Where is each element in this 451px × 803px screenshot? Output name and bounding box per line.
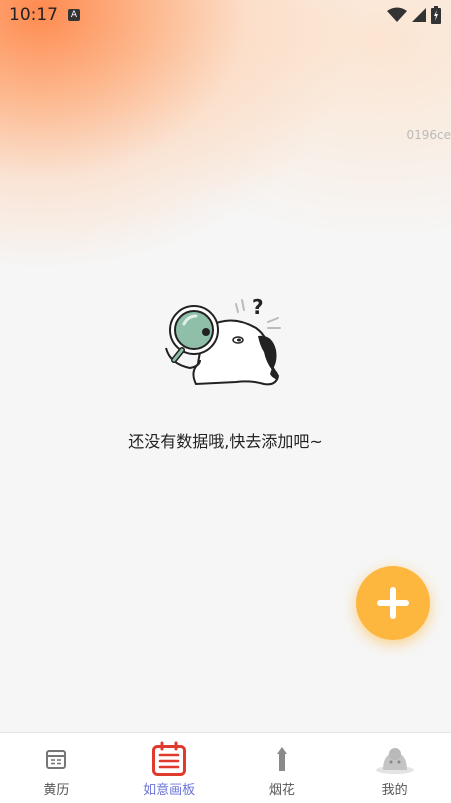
add-button[interactable] [356, 566, 430, 640]
nav-item-calendar[interactable]: 黄历 [0, 733, 113, 803]
bottom-navigation: 黄历 如意画板 烟花 我的 [0, 732, 451, 803]
magnifier-character-icon: ? [165, 295, 281, 386]
nav-label-firework: 烟花 [268, 783, 295, 798]
nav-label-profile: 我的 [381, 783, 408, 798]
plus-icon [377, 587, 409, 619]
status-time: 10:17 [9, 5, 58, 25]
empty-state-message: 还没有数据哦,快去添加吧~ [128, 432, 323, 451]
status-icons [387, 6, 441, 24]
nav-item-board[interactable]: 如意画板 [113, 733, 226, 803]
status-bar: 10:17 A [0, 0, 451, 30]
notification-icon: A [68, 9, 80, 21]
battery-icon [431, 6, 441, 24]
svg-text:?: ? [252, 295, 264, 319]
nav-item-firework[interactable]: 烟花 [226, 733, 339, 803]
nav-item-profile[interactable]: 我的 [338, 733, 451, 803]
empty-state-illustration: ? [160, 292, 290, 392]
board-icon [149, 741, 189, 777]
profile-icon [375, 741, 415, 777]
app-screen: 10:17 A 0196ce ? 还没有数据哦,快去添加吧~ 黄历 如意画板 烟… [0, 0, 451, 803]
calendar-icon [36, 741, 76, 777]
nav-label-calendar: 黄历 [43, 783, 70, 798]
wifi-icon [387, 7, 407, 22]
signal-icon [412, 8, 426, 22]
nav-label-board: 如意画板 [143, 783, 196, 798]
version-tag: 0196ce [406, 128, 451, 142]
firework-icon [262, 741, 302, 777]
